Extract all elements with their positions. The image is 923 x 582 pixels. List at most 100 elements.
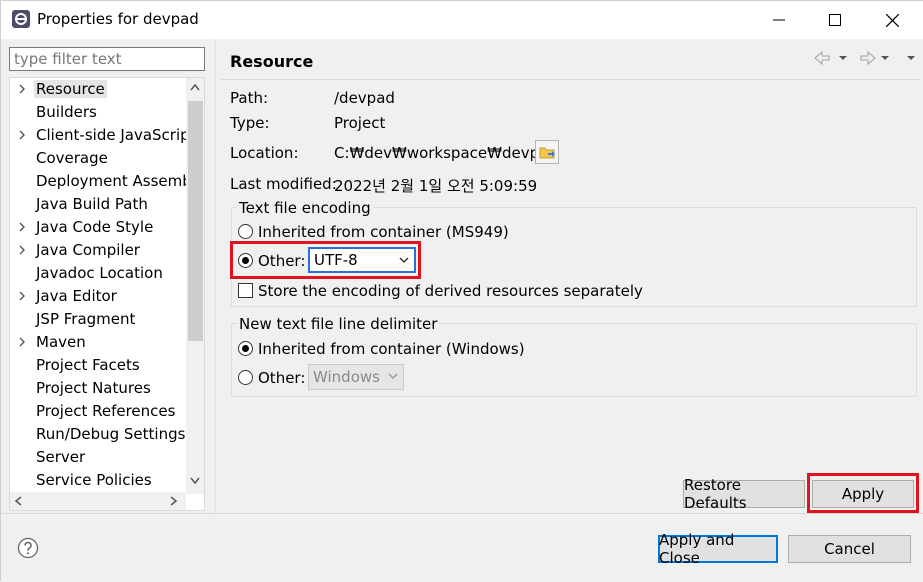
forward-menu-chevron-down-icon[interactable] [881, 56, 889, 60]
scroll-down-icon[interactable] [190, 477, 200, 485]
scroll-up-icon[interactable] [190, 83, 200, 91]
tree-item[interactable]: Java Editor [10, 285, 188, 308]
tree-item[interactable]: Run/Debug Settings [10, 423, 188, 446]
tree-item-label: Coverage [36, 149, 108, 167]
apply-and-close-button[interactable]: Apply and Close [658, 531, 778, 567]
tree-item-label: Project Natures [36, 379, 151, 397]
tree-item-label: Service Policies [36, 471, 152, 489]
text-encoding-group-title: Text file encoding [237, 199, 373, 217]
store-derived-encoding-checkbox[interactable] [238, 283, 253, 298]
back-menu-chevron-down-icon[interactable] [839, 56, 847, 60]
encoding-select[interactable]: UTF-8 [308, 247, 416, 273]
store-derived-encoding-label[interactable]: Store the encoding of derived resources … [258, 282, 643, 300]
tree-item[interactable]: Coverage [10, 147, 188, 170]
tree-item-label: Resource [34, 80, 107, 98]
tree-item[interactable]: Java Code Style [10, 216, 188, 239]
path-value: /devpad [334, 89, 395, 107]
filter-input[interactable] [9, 47, 205, 71]
tree-item[interactable]: Java Build Path [10, 193, 188, 216]
last-modified-label: Last modified: [230, 175, 337, 193]
tree-item-label: Deployment Assembly [36, 172, 205, 190]
encoding-inherited-radio[interactable] [238, 224, 253, 239]
tree-item[interactable]: Project Natures [10, 377, 188, 400]
encoding-select-value: UTF-8 [314, 251, 358, 269]
encoding-other-radio[interactable] [238, 253, 253, 268]
cancel-label: Cancel [824, 540, 875, 558]
tree-scroll-thumb[interactable] [188, 101, 203, 341]
tree-item-label: Maven [36, 333, 86, 351]
scroll-left-icon[interactable] [14, 496, 22, 506]
tree-item[interactable]: Project References [10, 400, 188, 423]
chevron-right-icon[interactable] [17, 291, 27, 301]
chevron-down-icon [388, 373, 398, 380]
type-value: Project [334, 114, 386, 132]
tree-item[interactable]: Java Compiler [10, 239, 188, 262]
last-modified-value: 2022년 2월 1일 오전 5:09:59 [334, 177, 538, 195]
window-title: Properties for devpad [37, 10, 199, 28]
page-title: Resource [230, 52, 314, 71]
tree-item[interactable]: JSP Fragment [10, 308, 188, 331]
scroll-right-icon[interactable] [170, 496, 178, 506]
tree-item[interactable]: Builders [10, 101, 188, 124]
close-button[interactable] [863, 1, 921, 39]
tree-item[interactable]: Client-side JavaScript [10, 124, 196, 147]
minimize-button[interactable] [750, 1, 808, 39]
property-page-tree: Resource Builders Client-side JavaScript Co… [9, 77, 205, 511]
path-label: Path: [230, 89, 269, 107]
minimize-icon [773, 19, 785, 21]
tree-item[interactable]: Javadoc Location [10, 262, 188, 285]
tree-item-label: Builders [36, 103, 97, 121]
delimiter-inherited-label[interactable]: Inherited from container (Windows) [258, 340, 525, 358]
tree-item-label: JSP Fragment [36, 310, 136, 328]
apply-and-close-label: Apply and Close [659, 531, 735, 567]
delimiter-select-value: Windows [313, 368, 380, 386]
tree-item-label: Javadoc Location [36, 264, 163, 282]
tree-item-label: Run/Debug Settings [36, 425, 186, 443]
tree-item[interactable]: Maven [10, 331, 188, 354]
tree-item-label: Java Compiler [36, 241, 140, 259]
tree-item[interactable]: Service Policies [10, 469, 188, 492]
chevron-right-icon[interactable] [17, 337, 27, 347]
maximize-icon [829, 14, 841, 26]
tree-item-label: Server [36, 448, 86, 466]
properties-dialog: Properties for devpad Resource Builders Cl… [0, 0, 923, 582]
back-icon[interactable] [814, 50, 830, 66]
chevron-right-icon[interactable] [17, 84, 27, 94]
line-delimiter-group-title: New text file line delimiter [237, 315, 440, 333]
apply-button[interactable]: Apply [812, 480, 914, 508]
dialog-footer [1, 514, 923, 582]
pane-splitter[interactable] [215, 39, 216, 513]
tree-item-label: Java Editor [36, 287, 117, 305]
tree-item-label: Client-side JavaScript [36, 126, 196, 144]
location-value: C:₩dev₩workspace₩devpad [334, 144, 558, 162]
chevron-down-icon [399, 257, 409, 264]
apply-label: Apply [841, 485, 885, 503]
delimiter-select: Windows [308, 364, 404, 390]
tree-horizontal-scrollbar[interactable] [10, 492, 186, 510]
chevron-right-icon[interactable] [17, 130, 27, 140]
restore-defaults-button[interactable]: Restore Defaults [683, 476, 805, 512]
forward-icon[interactable] [860, 50, 876, 66]
type-label: Type: [230, 114, 270, 132]
chevron-right-icon[interactable] [17, 222, 27, 232]
maximize-button[interactable] [806, 1, 864, 39]
delimiter-inherited-radio[interactable] [238, 341, 253, 356]
show-in-explorer-button[interactable] [535, 140, 559, 164]
delimiter-other-radio[interactable] [238, 370, 253, 385]
view-menu-icon[interactable] [907, 56, 915, 60]
help-icon[interactable] [17, 537, 39, 559]
tree-item[interactable]: Deployment Assembly [10, 170, 204, 193]
delimiter-other-label[interactable]: Other: [258, 369, 305, 387]
close-icon [885, 13, 899, 27]
location-label: Location: [230, 144, 299, 162]
chevron-right-icon[interactable] [17, 245, 27, 255]
tree-item[interactable]: Resource [10, 78, 188, 101]
tree-item-label: Java Code Style [36, 218, 154, 236]
tree-item[interactable]: Project Facets [10, 354, 188, 377]
encoding-other-label[interactable]: Other: [258, 252, 305, 270]
cancel-button[interactable]: Cancel [788, 535, 911, 563]
header-separator [221, 79, 921, 80]
tree-item[interactable]: Server [10, 446, 188, 469]
encoding-inherited-label[interactable]: Inherited from container (MS949) [258, 223, 509, 241]
tree-item-label: Project Facets [36, 356, 140, 374]
